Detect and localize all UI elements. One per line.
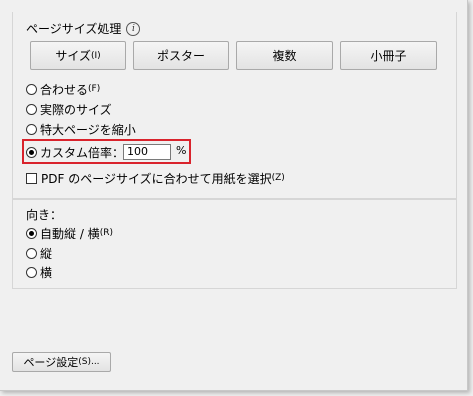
size-button[interactable]: サイズ (I) (30, 41, 126, 70)
portrait-option[interactable]: 縦 (26, 245, 52, 261)
custom-scale-radio[interactable] (26, 146, 37, 158)
info-icon[interactable]: i (126, 21, 141, 36)
page-setup-button[interactable]: ページ設定 (S)... (12, 352, 111, 372)
multiple-button[interactable]: 複数 (236, 41, 333, 70)
landscape-label: 横 (40, 265, 53, 280)
portrait-label: 縦 (40, 246, 53, 261)
auto-orientation-option[interactable]: 自動縦 / 横 (R) (26, 225, 113, 241)
landscape-radio[interactable] (26, 266, 37, 278)
portrait-radio[interactable] (26, 247, 37, 259)
print-dialog-panel: ページサイズ処理 i サイズ (I) ポスター 複数 小冊子 合わせる (F) 実際… (0, 0, 468, 391)
page-size-handling-title: ページサイズ処理 i (26, 20, 141, 37)
fit-hotkey: (F) (88, 84, 101, 94)
choose-paper-by-pdf-size-checkbox[interactable] (26, 172, 37, 184)
size-button-hotkey: (I) (90, 50, 101, 61)
page-setup-hotkey: (S)... (78, 357, 100, 367)
fit-label: 合わせる (40, 82, 89, 97)
poster-button[interactable]: ポスター (133, 41, 229, 70)
actual-size-label: 実際のサイズ (40, 102, 112, 117)
booklet-button-label: 小冊子 (370, 49, 407, 63)
fit-option[interactable]: 合わせる (F) (26, 81, 100, 97)
percent-unit: % (176, 144, 187, 157)
size-button-label: サイズ (55, 49, 91, 63)
custom-scale-label: カスタム倍率： (40, 145, 125, 160)
auto-orientation-label: 自動縦 / 横 (40, 226, 100, 241)
fit-radio[interactable] (26, 83, 37, 95)
orientation-title: 向き： (26, 206, 62, 222)
actual-size-option[interactable]: 実際のサイズ (26, 101, 112, 117)
shrink-oversized-label: 特大ページを縮小 (40, 122, 136, 137)
page-size-handling-label: ページサイズ処理 (26, 22, 122, 36)
shrink-oversized-option[interactable]: 特大ページを縮小 (26, 121, 136, 137)
choose-paper-by-pdf-size-hotkey: (Z) (271, 173, 285, 183)
multiple-button-label: 複数 (272, 49, 297, 63)
actual-size-radio[interactable] (26, 103, 37, 115)
custom-scale-option[interactable]: カスタム倍率： (26, 144, 124, 160)
shrink-oversized-radio[interactable] (26, 123, 37, 135)
orientation-group (12, 199, 457, 289)
orientation-label: 向き： (26, 207, 63, 222)
custom-scale-input[interactable]: 100 (123, 144, 171, 160)
page-setup-label: ページ設定 (23, 356, 79, 369)
auto-orientation-hotkey: (R) (99, 228, 113, 238)
booklet-button[interactable]: 小冊子 (340, 41, 437, 70)
poster-button-label: ポスター (156, 49, 205, 63)
choose-paper-by-pdf-size-option[interactable]: PDF のページサイズに合わせて用紙を選択 (Z) (26, 170, 285, 186)
choose-paper-by-pdf-size-label: PDF のページサイズに合わせて用紙を選択 (41, 171, 272, 186)
landscape-option[interactable]: 横 (26, 264, 52, 280)
auto-orientation-radio[interactable] (26, 227, 37, 239)
